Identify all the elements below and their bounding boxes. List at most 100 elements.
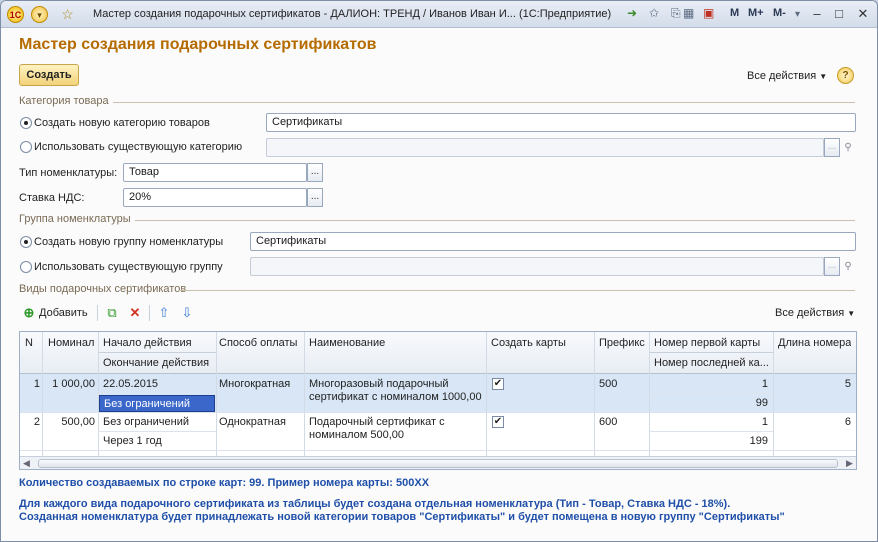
col-create-cards[interactable]: Создать карты	[491, 337, 566, 349]
certificate-types-table[interactable]: N Номинал Начало действия Окончание дейс…	[19, 331, 857, 470]
new-category-input[interactable]: Сертификаты	[266, 113, 856, 132]
favorite-star-icon[interactable]: ☆	[59, 6, 76, 23]
row2-end[interactable]: Через 1 год	[103, 435, 162, 447]
existing-group-input[interactable]	[250, 257, 824, 276]
col-last-card[interactable]: Номер последней ка...	[654, 357, 769, 369]
vat-input[interactable]: 20%	[123, 188, 307, 207]
existing-category-input[interactable]	[266, 138, 824, 157]
row1-start[interactable]: 22.05.2015	[103, 378, 158, 390]
col-length[interactable]: Длина номера	[778, 337, 851, 349]
type-pick-button[interactable]: ...	[307, 163, 323, 182]
existing-group-radio[interactable]	[20, 261, 32, 273]
maximize-button[interactable]: □	[829, 5, 849, 23]
help-button[interactable]: ?	[837, 67, 854, 84]
header-split-line	[649, 352, 773, 353]
table-all-actions-label: Все действия	[775, 307, 845, 319]
1c-logo-icon[interactable]: 1С	[7, 6, 24, 23]
col-separator	[42, 332, 43, 456]
row2-name-line1[interactable]: Подарочный сертификат с	[309, 416, 445, 428]
col-end[interactable]: Окончание действия	[103, 357, 209, 369]
row1-payment[interactable]: Многократная	[219, 378, 290, 390]
search-icon[interactable]: ⚲	[841, 138, 855, 157]
row2-length[interactable]: 6	[773, 416, 851, 428]
scroll-left-icon[interactable]: ◀	[23, 458, 30, 469]
col-first-card[interactable]: Номер первой карты	[654, 337, 760, 349]
col-start[interactable]: Начало действия	[103, 337, 192, 349]
all-actions-label: Все действия	[747, 70, 817, 82]
row2-nominal[interactable]: 500,00	[42, 416, 95, 428]
forward-icon[interactable]: ➜	[627, 6, 637, 20]
window: 1С ▾ ☆ Мастер создания подарочных сертиф…	[0, 0, 878, 542]
row2-create-cards-checkbox[interactable]: ✔	[492, 416, 504, 428]
new-group-input[interactable]: Сертификаты	[250, 232, 856, 251]
memory-button[interactable]: M	[730, 7, 739, 19]
row1-name-line2[interactable]: сертификат с номиналом 1000,00	[309, 391, 482, 403]
col-separator	[773, 332, 774, 456]
delete-icon[interactable]: ✕	[127, 305, 143, 321]
bookmark-icon[interactable]: ✩	[649, 6, 659, 20]
row1-name-line1[interactable]: Многоразовый подарочный	[309, 378, 449, 390]
row2-payment[interactable]: Однократная	[219, 416, 286, 428]
divider	[113, 102, 855, 103]
existing-category-pick-button[interactable]: ...	[824, 138, 840, 157]
add-icon[interactable]: ⊕	[21, 305, 37, 321]
col-prefix[interactable]: Префикс	[599, 337, 645, 349]
memory-plus-button[interactable]: M+	[748, 7, 764, 19]
row1-first-card[interactable]: 1	[649, 378, 768, 390]
calculator-icon[interactable]: ▦	[683, 6, 694, 20]
link-icon[interactable]: ⎘	[671, 6, 681, 21]
row-separator	[20, 450, 856, 451]
table-all-actions-menu[interactable]: Все действия ▼	[775, 307, 855, 319]
existing-category-radio[interactable]	[20, 141, 32, 153]
col-name[interactable]: Наименование	[309, 337, 385, 349]
chevron-down-icon: ▼	[847, 309, 856, 318]
row1-create-cards-checkbox[interactable]: ✔	[492, 378, 504, 390]
row2-prefix[interactable]: 600	[599, 416, 617, 428]
header-split-line	[98, 352, 216, 353]
row-separator	[20, 412, 856, 413]
row2-n[interactable]: 2	[20, 416, 40, 428]
row2-last-card[interactable]: 199	[649, 435, 768, 447]
type-input[interactable]: Товар	[123, 163, 307, 182]
scroll-right-icon[interactable]: ▶	[846, 458, 853, 469]
row1-end[interactable]: Без ограничений	[99, 395, 215, 412]
vat-pick-button[interactable]: ...	[307, 188, 323, 207]
memory-minus-button[interactable]: M-	[773, 7, 786, 19]
move-down-icon[interactable]: ⇩	[179, 305, 195, 321]
table-header: N Номинал Начало действия Окончание дейс…	[20, 332, 856, 374]
close-button[interactable]: ✕	[853, 5, 873, 23]
row1-last-card[interactable]: 99	[649, 397, 768, 409]
create-button[interactable]: Создать	[19, 64, 79, 86]
chevron-down-icon[interactable]: ▾	[795, 9, 800, 20]
search-icon[interactable]: ⚲	[841, 257, 855, 276]
row1-n[interactable]: 1	[20, 378, 40, 390]
row1-nominal[interactable]: 1 000,00	[42, 378, 95, 390]
all-actions-menu[interactable]: Все действия ▼	[747, 70, 827, 82]
divider	[135, 220, 855, 221]
row1-prefix[interactable]: 500	[599, 378, 617, 390]
copy-add-icon[interactable]: ⧉	[104, 305, 120, 321]
add-button[interactable]: Добавить	[39, 307, 88, 319]
col-separator	[486, 332, 487, 456]
subrow-separator	[649, 393, 773, 394]
new-group-radio[interactable]	[20, 236, 32, 248]
row2-start[interactable]: Без ограничений	[103, 416, 189, 428]
row1-length[interactable]: 5	[773, 378, 851, 390]
new-category-radio[interactable]	[20, 117, 32, 129]
nomenclature-info-line1: Для каждого вида подарочного сертификата…	[19, 498, 731, 510]
minimize-button[interactable]: –	[807, 5, 827, 23]
calendar-icon[interactable]: ▣	[703, 6, 714, 20]
col-payment[interactable]: Способ оплаты	[219, 337, 297, 349]
row2-name-line2[interactable]: номиналом 500,00	[309, 429, 404, 441]
row2-first-card[interactable]: 1	[649, 416, 768, 428]
col-separator	[216, 332, 217, 456]
divider	[179, 290, 855, 291]
subrow-separator	[98, 431, 216, 432]
move-up-icon[interactable]: ⇧	[156, 305, 172, 321]
menu-dropdown-icon[interactable]: ▾	[31, 6, 48, 23]
scroll-thumb[interactable]	[38, 459, 838, 468]
col-n[interactable]: N	[25, 337, 33, 349]
existing-group-pick-button[interactable]: ...	[824, 257, 840, 276]
col-nominal[interactable]: Номинал	[48, 337, 94, 349]
horizontal-scrollbar[interactable]: ◀ ▶	[20, 456, 856, 469]
